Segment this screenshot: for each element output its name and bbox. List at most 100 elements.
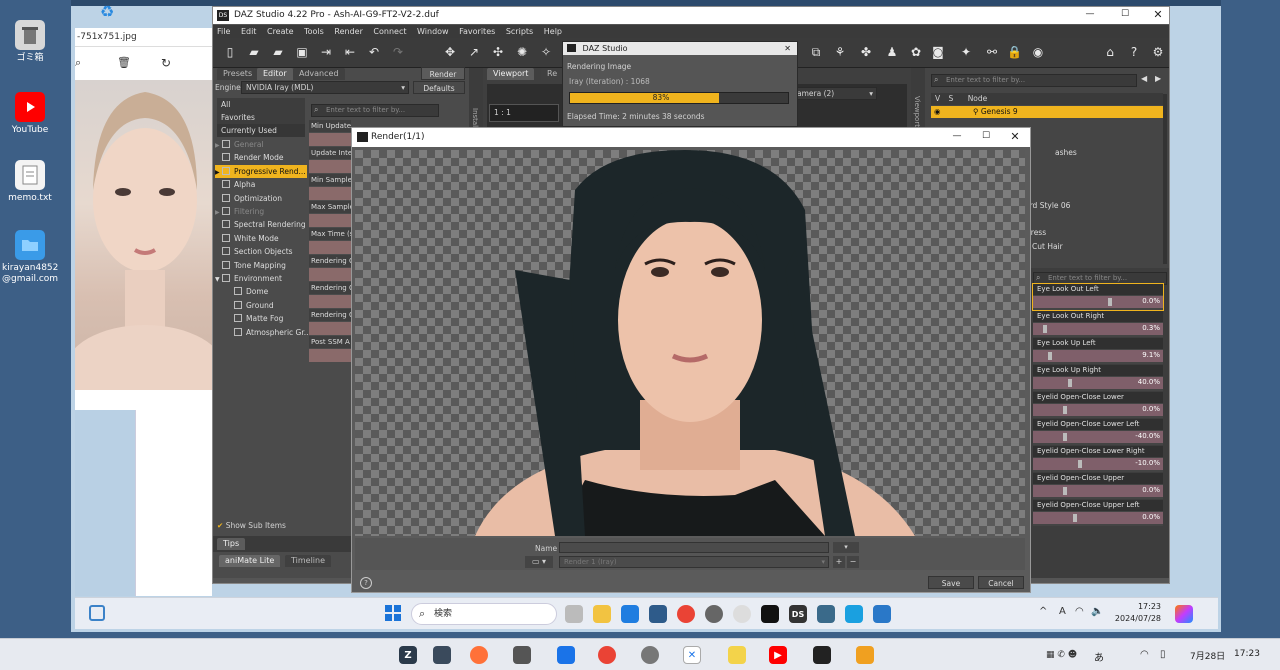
rotate-icon[interactable]: ↻ xyxy=(161,56,173,70)
surface-tool-icon[interactable]: ✦ xyxy=(959,45,973,59)
lock-icon[interactable]: 🔒 xyxy=(1007,45,1022,59)
property-row[interactable]: Rendering Q xyxy=(309,282,351,309)
battery-icon[interactable]: ▯ xyxy=(1160,649,1166,660)
spot-render-icon[interactable]: ◉ xyxy=(1031,45,1045,59)
scene-row-selected[interactable]: ◉ ⚲ Genesis 9 xyxy=(931,106,1163,118)
ime-indicator[interactable]: A xyxy=(1059,606,1066,617)
remote-desktop-icon[interactable]: ✕ xyxy=(683,646,701,664)
open-folder-icon[interactable]: ▰ xyxy=(247,45,261,59)
category-all[interactable]: All xyxy=(217,98,305,111)
cancel-button[interactable]: Cancel xyxy=(978,576,1024,589)
menu-scripts[interactable]: Scripts xyxy=(506,27,533,36)
link-tool-icon[interactable]: ⚯ xyxy=(985,45,999,59)
desktop-icon-memo[interactable]: memo.txt xyxy=(2,160,58,204)
tray-icons[interactable]: ▦ ✆ ☻ xyxy=(1046,650,1077,660)
slider-track[interactable]: 0.0% xyxy=(1033,296,1163,308)
tab-editor[interactable]: Editor xyxy=(257,68,293,80)
zoom-icon[interactable]: ⌕ xyxy=(75,56,85,69)
menu-create[interactable]: Create xyxy=(267,27,294,36)
property-row[interactable]: Min Update Samples xyxy=(309,120,351,147)
property-row[interactable]: Post SSM A xyxy=(309,336,351,363)
close-button[interactable]: ✕ xyxy=(1151,8,1165,21)
menu-file[interactable]: File xyxy=(217,27,230,36)
calendar-icon[interactable] xyxy=(557,646,575,664)
undo-icon[interactable]: ↶ xyxy=(367,45,381,59)
scene-node[interactable]: ashes xyxy=(1055,146,1077,159)
translate-tool-icon[interactable]: ✣ xyxy=(491,45,505,59)
remove-icon[interactable]: − xyxy=(847,556,859,568)
help-icon[interactable]: ? xyxy=(1127,45,1141,59)
slider-knob[interactable] xyxy=(1043,325,1047,333)
store-icon[interactable] xyxy=(649,605,667,623)
property-value[interactable] xyxy=(309,268,351,281)
wifi-icon[interactable]: ◠ xyxy=(1075,606,1084,617)
start-icon[interactable] xyxy=(385,605,401,621)
slider-knob[interactable] xyxy=(1078,460,1082,468)
notepad-icon[interactable] xyxy=(845,605,863,623)
slider-knob[interactable] xyxy=(1108,298,1112,306)
photos-icon[interactable] xyxy=(873,605,891,623)
terminal-icon[interactable] xyxy=(813,646,831,664)
property-row[interactable]: Max Samples xyxy=(309,201,351,228)
tab-advanced[interactable]: Advanced xyxy=(293,68,345,80)
figure-tool-icon[interactable]: ♟ xyxy=(885,45,899,59)
save-icon[interactable]: ▣ xyxy=(295,45,309,59)
tree-item[interactable]: ▶ Progressive Rend... xyxy=(215,164,307,178)
slider-track[interactable]: 9.1% xyxy=(1033,350,1163,362)
close-button[interactable]: ✕ xyxy=(1008,130,1022,143)
universal-tool-icon[interactable]: ↗ xyxy=(467,45,481,59)
pose-tool-icon[interactable]: ⚘ xyxy=(833,45,847,59)
rotate-tool-icon[interactable]: ✺ xyxy=(515,45,529,59)
scene-node[interactable]: ard Style 06 xyxy=(1025,199,1070,212)
scale-tool-icon[interactable]: ✧ xyxy=(539,45,553,59)
launcher-icon[interactable]: Z xyxy=(399,646,417,664)
maximize-button[interactable]: ☐ xyxy=(979,131,993,143)
slider-track[interactable]: 0.0% xyxy=(1033,404,1163,416)
geometry-tool-icon[interactable]: ✿ xyxy=(909,45,923,59)
file-explorer-icon[interactable] xyxy=(593,605,611,623)
edge-icon[interactable] xyxy=(621,605,639,623)
slider-knob[interactable] xyxy=(1063,406,1067,414)
slider-knob[interactable] xyxy=(1073,514,1077,522)
tree-item[interactable]: Section Objects xyxy=(215,245,307,258)
terminal-icon[interactable] xyxy=(761,605,779,623)
menu-render[interactable]: Render xyxy=(334,27,362,36)
desktop-icon-trash[interactable]: ゴミ箱 xyxy=(2,20,58,64)
redo-icon[interactable]: ↷ xyxy=(391,45,405,59)
daz-studio-icon[interactable]: DS xyxy=(789,605,807,623)
show-sub-items-checkbox[interactable]: ✔ Show Sub Items xyxy=(217,521,286,530)
history-dropdown[interactable]: ▾ xyxy=(833,542,859,553)
delete-icon[interactable]: 🗑 xyxy=(117,56,131,69)
slider-track[interactable]: 0.0% xyxy=(1033,512,1163,524)
property-value[interactable] xyxy=(309,214,351,227)
chrome-icon[interactable] xyxy=(598,646,616,664)
slider-track[interactable]: -40.0% xyxy=(1033,431,1163,443)
slider-track[interactable]: 40.0% xyxy=(1033,377,1163,389)
tree-item[interactable]: Optimization xyxy=(215,192,307,205)
tree-item[interactable]: Dome xyxy=(227,285,307,298)
property-value[interactable] xyxy=(309,241,351,254)
import-icon[interactable]: ⇥ xyxy=(319,45,333,59)
desktop-icon-youtube[interactable]: YouTube xyxy=(2,92,58,136)
tree-item[interactable]: Atmospheric Gr... xyxy=(227,326,311,339)
ime-indicator[interactable]: あ xyxy=(1094,649,1104,664)
settings-icon[interactable] xyxy=(705,605,723,623)
property-row[interactable]: Rendering Q xyxy=(309,255,351,282)
install-manager-icon[interactable] xyxy=(817,605,835,623)
slider-knob[interactable] xyxy=(1068,379,1072,387)
property-value[interactable] xyxy=(309,133,351,146)
app-icon[interactable] xyxy=(733,605,751,623)
screenshot-icon[interactable] xyxy=(856,646,874,664)
parameter-slider[interactable]: Eye Look Up Right 40.0% xyxy=(1033,365,1163,391)
nav-back-icon[interactable]: ◀ xyxy=(1141,74,1153,86)
tab-viewport[interactable]: Viewport xyxy=(487,68,535,80)
category-favorites[interactable]: Favorites xyxy=(217,111,305,124)
camera-select[interactable]: amera (2) ▾ xyxy=(793,87,877,100)
new-file-icon[interactable]: ▯ xyxy=(223,45,237,59)
viewport-side-tab[interactable]: Viewport xyxy=(913,96,921,127)
parameter-slider[interactable]: Eyelid Open-Close Lower 0.0% xyxy=(1033,392,1163,418)
tree-item[interactable]: Alpha xyxy=(215,178,307,191)
parameter-slider[interactable]: Eye Look Out Left 0.0% xyxy=(1032,283,1164,311)
tree-item[interactable]: White Mode xyxy=(215,232,307,245)
render-camera-icon[interactable]: ◙ xyxy=(931,45,945,59)
